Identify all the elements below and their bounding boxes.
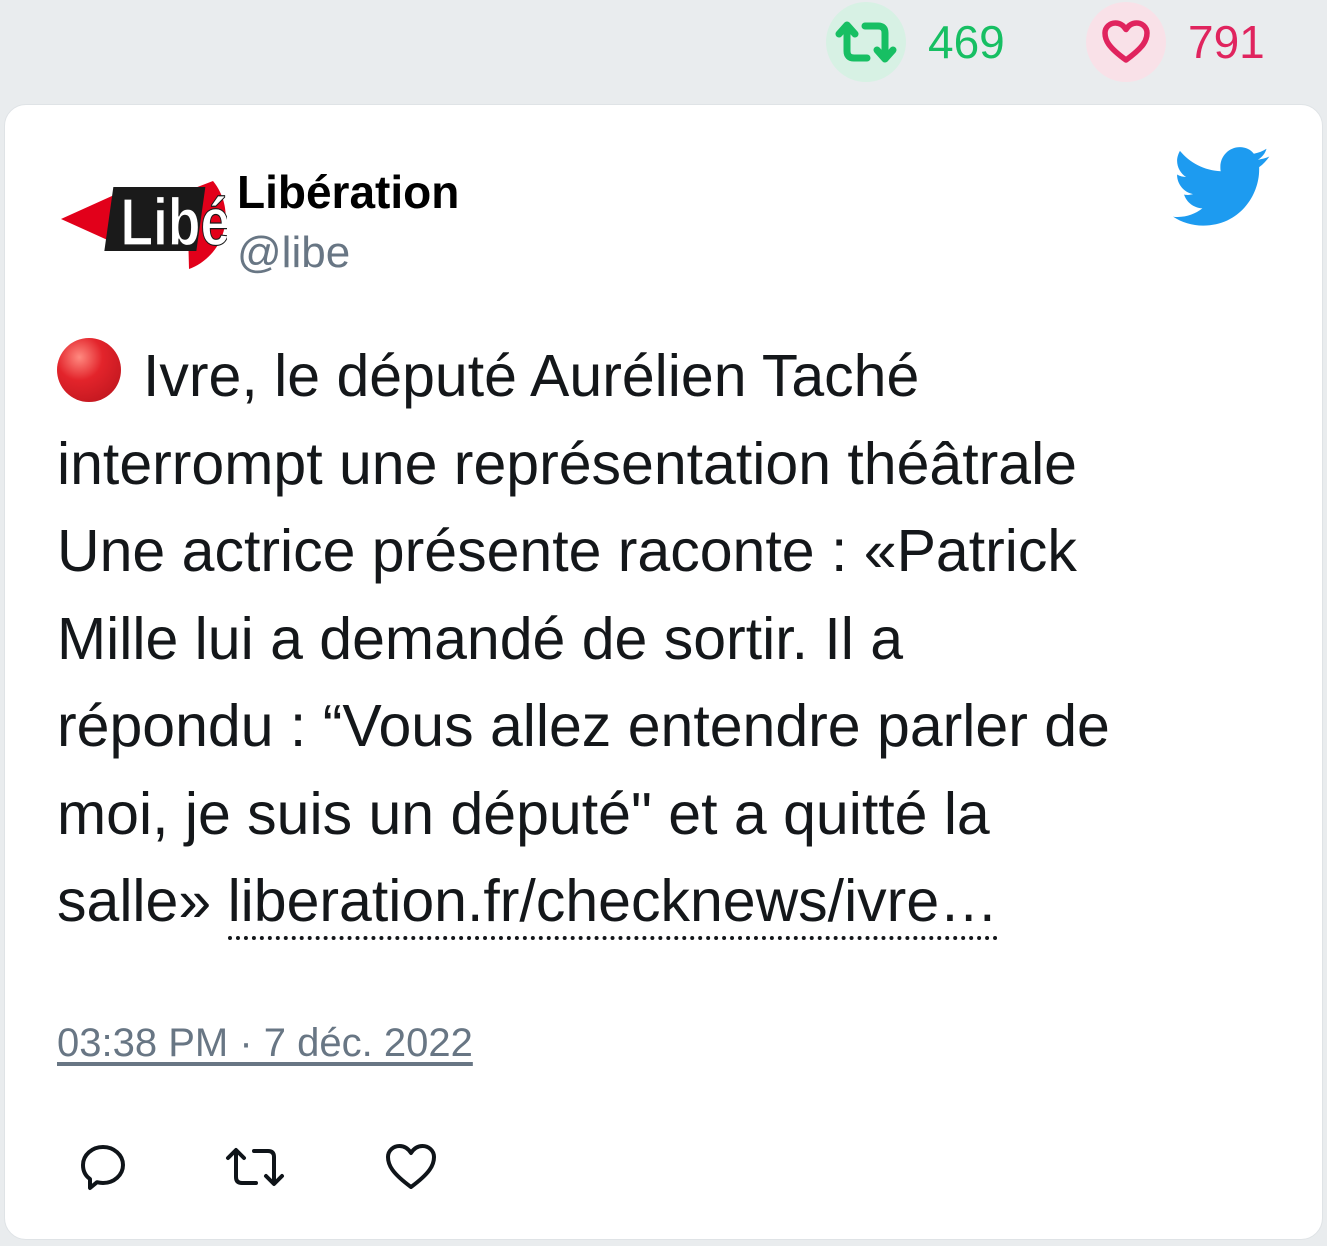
tweet-line: répondu : “Vous allez entendre parler de: [57, 693, 1110, 759]
tweet-text: Ivre, le député Aurélien Taché interromp…: [57, 333, 1277, 946]
reply-icon: [81, 1145, 125, 1190]
avatar[interactable]: Libé: [57, 161, 227, 281]
article-link[interactable]: liberation.fr/checknews/ivre…: [227, 868, 999, 940]
retweet-stat-icon-bg: [826, 2, 906, 82]
red-circle-icon: [57, 338, 121, 402]
tweet-actions: [71, 1135, 443, 1199]
twitter-bird-icon[interactable]: [1173, 147, 1271, 229]
heart-icon: [386, 1144, 436, 1189]
like-stat[interactable]: 791: [1086, 0, 1265, 84]
like-button[interactable]: [379, 1135, 443, 1199]
tweet-line: Une actrice présente raconte : «Patrick: [57, 518, 1077, 584]
tweet-line: interrompt une représentation théâtrale: [57, 430, 1077, 497]
tweet-timestamp[interactable]: 03:38 PM · 7 déc. 2022: [57, 1021, 473, 1066]
heart-icon: [1102, 20, 1150, 63]
author-handle[interactable]: @libe: [237, 228, 350, 277]
like-stat-icon-bg: [1086, 2, 1166, 82]
retweet-stat[interactable]: 469: [826, 0, 1005, 84]
tweet-card: Libé Libération @libe Ivre, le député Au…: [4, 104, 1323, 1240]
retweet-count: 469: [928, 16, 1005, 68]
tweet-line-text: salle»: [57, 868, 212, 934]
tweet-line-text: Ivre, le député Aurélien Taché: [143, 343, 920, 409]
retweet-icon: [835, 21, 897, 63]
tweet-line: moi, je suis un député" et a quitté la: [57, 780, 990, 847]
retweet-icon: [226, 1148, 284, 1186]
tweet-line: salle» liberation.fr/checknews/ivre…: [57, 858, 1277, 946]
author-name[interactable]: Libération: [237, 167, 459, 218]
reply-button[interactable]: [71, 1135, 135, 1199]
tweet-line: Ivre, le député Aurélien Taché: [57, 333, 1277, 421]
like-count: 791: [1188, 16, 1265, 68]
tweet-line: Mille lui a demandé de sortir. Il a: [57, 605, 904, 672]
avatar-logo-text: Libé: [120, 184, 227, 259]
retweet-button[interactable]: [223, 1135, 287, 1199]
